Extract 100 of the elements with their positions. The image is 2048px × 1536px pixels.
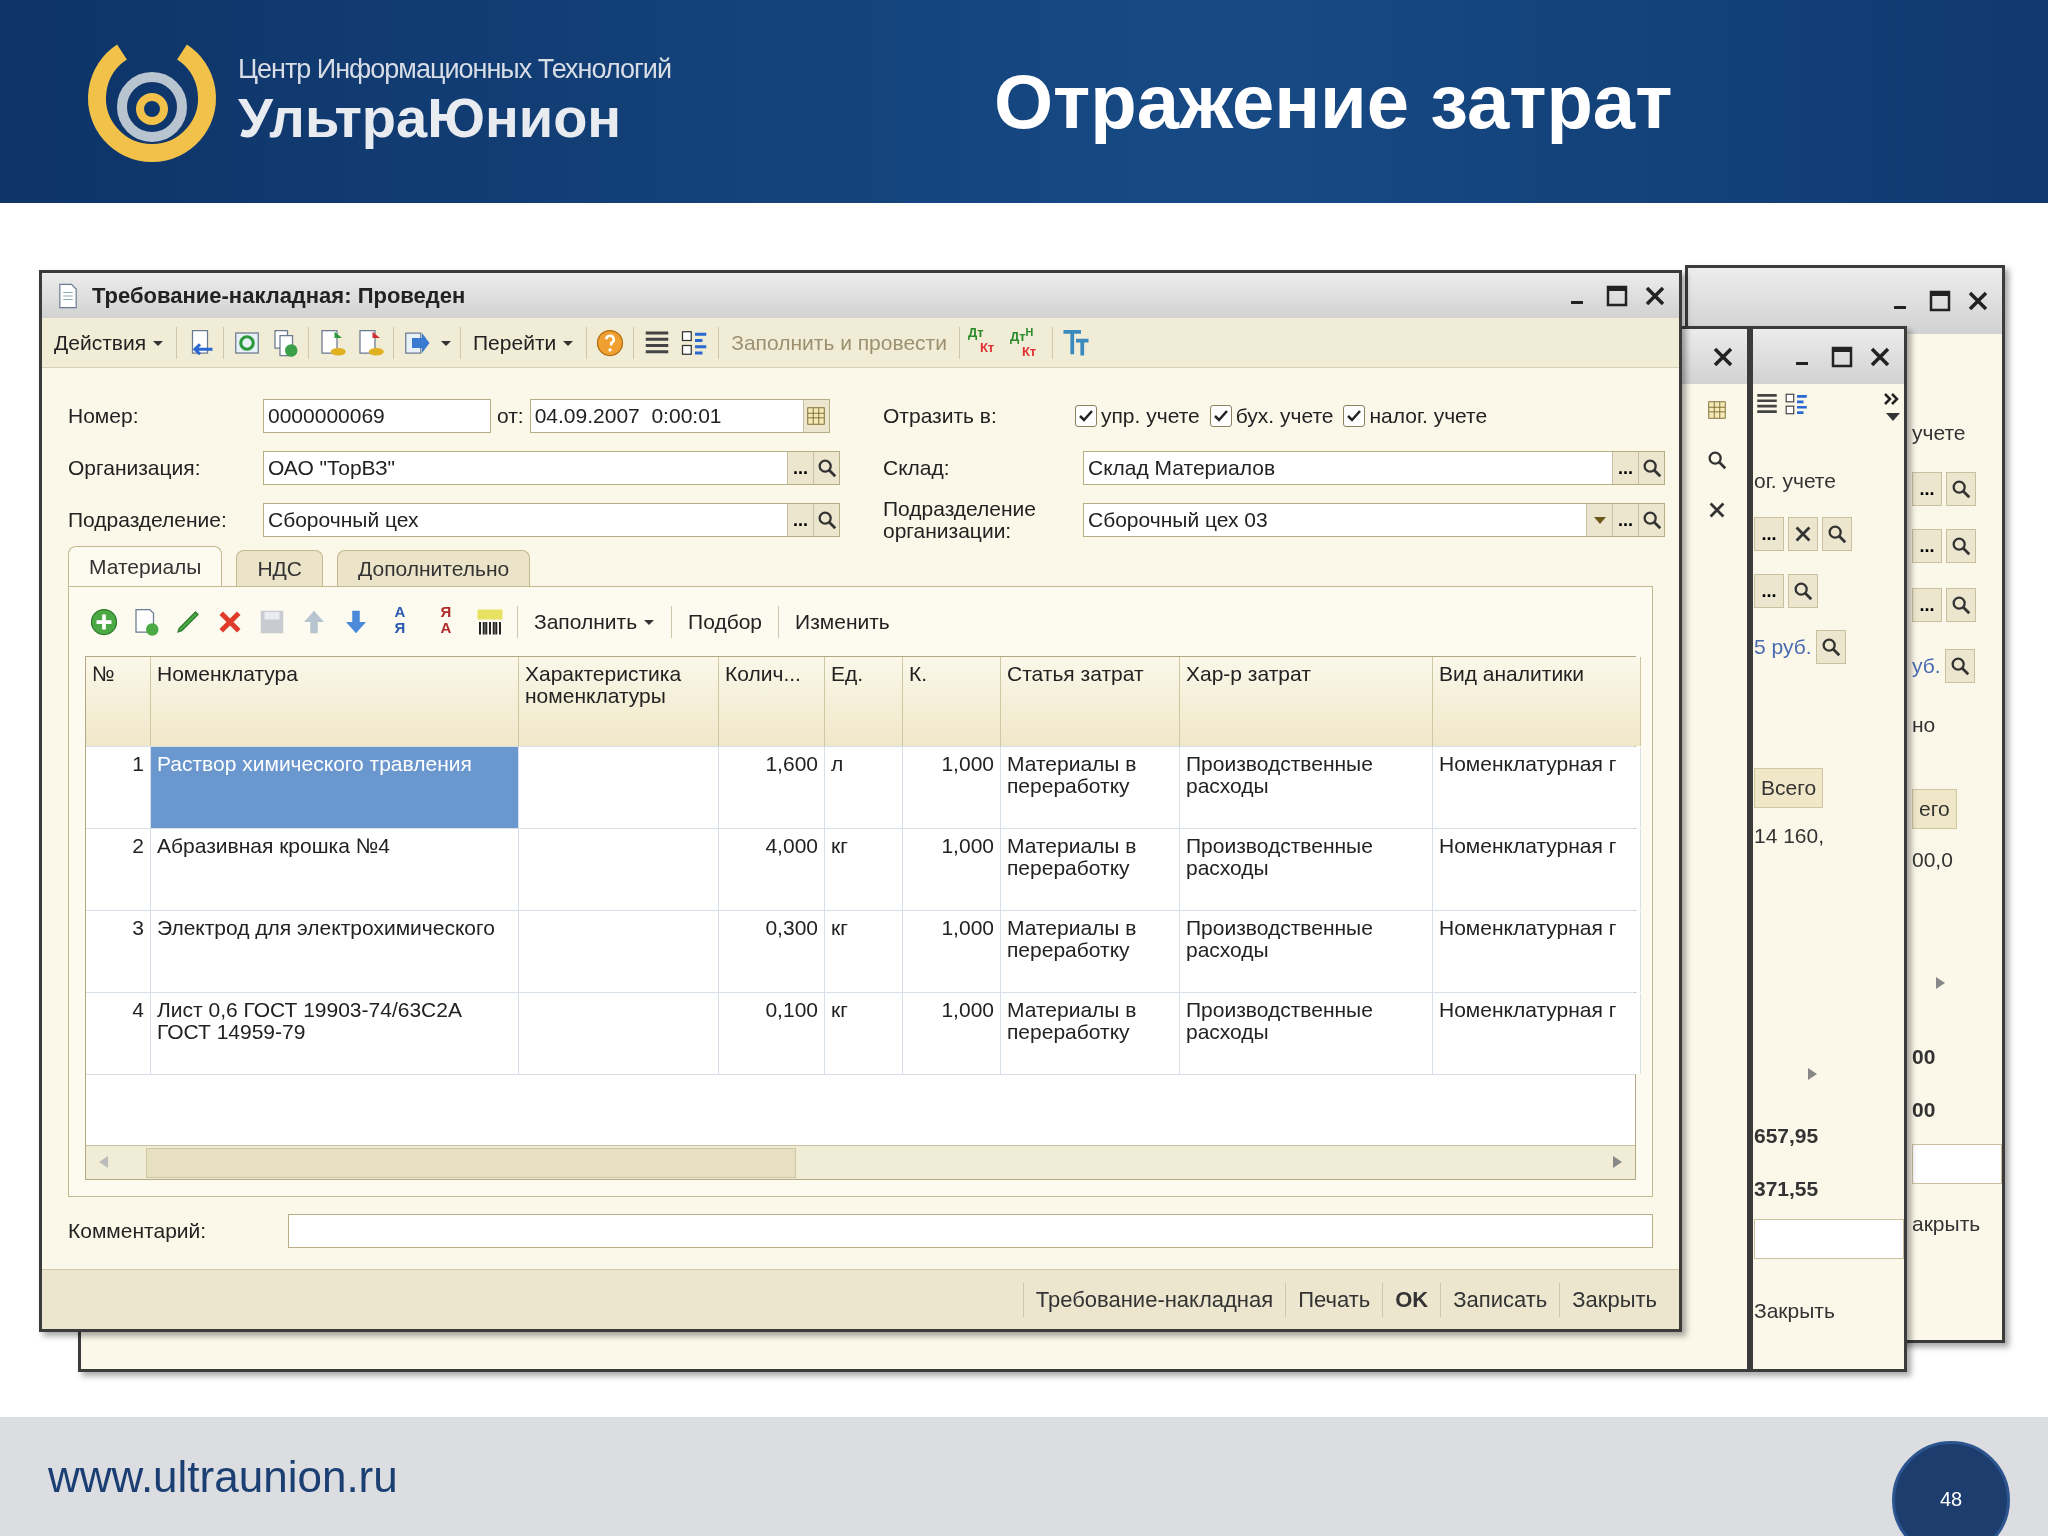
input-field[interactable] [1754,1219,1904,1259]
amount-text: уб. [1912,653,1941,679]
checkbox-label: учете [1912,420,1966,446]
amount-text: 5 руб. [1754,634,1812,660]
maximize-icon[interactable] [1830,344,1854,369]
select-button[interactable]: ... [1912,588,1942,622]
checkbox[interactable] [1075,405,1097,427]
website-link[interactable]: www.ultraunion.ru [48,1451,398,1502]
search-button[interactable] [1638,504,1664,536]
input-field[interactable]: ОАО "ТорВЗ" ... [263,451,840,485]
tax-postings-button[interactable]: Дт$^{Н}$ Кт [1009,324,1044,361]
select-button[interactable]: ... [1912,529,1942,563]
footer-button[interactable]: Закрыть [1559,1282,1669,1317]
search-icon [1950,535,1972,557]
calendar-icon [805,405,828,427]
change-button[interactable]: Изменить [791,607,894,636]
close-button[interactable]: Закрыть [1754,1286,1835,1336]
help-icon[interactable] [595,327,626,358]
search-button[interactable] [813,504,839,536]
column-header[interactable]: Вид аналитики [1433,657,1641,746]
checkbox[interactable] [1343,405,1366,427]
select-button[interactable]: ... [1754,517,1784,551]
comment-field[interactable] [288,1214,1653,1248]
select-button[interactable]: ... [1754,574,1784,608]
calendar-button[interactable] [802,400,829,432]
search-button[interactable] [1638,452,1664,484]
tab[interactable]: Дополнительно [337,550,531,586]
field-label: Склад: [883,457,951,479]
search-button[interactable] [1946,472,1976,506]
search-button[interactable] [1946,588,1976,622]
field-label: Подразделение: [68,509,228,531]
search-button[interactable] [1815,630,1846,664]
clear-button[interactable] [1788,517,1818,551]
total-value: 00 [1912,1044,1936,1070]
search-button[interactable] [813,452,839,484]
column-header[interactable]: Колич... [719,657,825,746]
table-cell-text: 14 160, [1754,823,1825,849]
column-header[interactable]: Статья затрат [1001,657,1180,746]
select-button[interactable]: ... [1612,504,1638,536]
checkbox[interactable] [1209,405,1232,427]
column-header[interactable]: Ед. [825,657,903,746]
tab-label[interactable]: но [1912,700,1936,750]
field-label: от: [497,404,524,428]
field-label: Комментарий: [68,1220,208,1242]
select-button[interactable]: ... [787,452,813,484]
close-button[interactable]: акрыть [1912,1199,1981,1249]
input-field[interactable]: Сборочный цех ... [263,503,840,537]
column-header[interactable]: Номенклатура [151,657,519,746]
close-icon[interactable] [1966,289,1990,313]
horizontal-scrollbar[interactable] [86,1145,1635,1179]
maximize-icon[interactable] [1928,289,1952,313]
table-cell: Раствор химического травления [151,747,519,828]
footer-button[interactable]: Записать [1440,1282,1560,1317]
dropdown-button[interactable] [1586,504,1612,536]
search-icon [1950,594,1972,616]
postings-button[interactable]: Дт Кт [967,324,1002,361]
column-header[interactable]: Хар-р затрат [1180,657,1433,746]
number-field[interactable]: 0000000069 [263,399,491,433]
goto-menu[interactable]: Перейти [469,328,579,357]
fill-menu[interactable]: Заполнить [530,607,660,636]
search-button[interactable] [1944,649,1975,683]
add-icon[interactable] [89,606,119,637]
window-title: Требование-накладная: Проведен [92,282,467,309]
column-header: его [1912,789,1957,829]
footer-button[interactable]: OK [1382,1282,1441,1317]
maximize-icon[interactable] [1605,283,1629,308]
search-button[interactable] [1788,574,1818,608]
field-label: Организация: [68,457,202,479]
select-button[interactable]: ... [787,504,813,536]
sort-descending-button[interactable]: Я А [429,603,463,640]
field-label: Номер: [68,405,140,427]
date-field[interactable]: 04.09.2007 0:00:01 [529,399,830,433]
search-icon [1950,478,1972,500]
total-value: 657,95 [1754,1123,1819,1149]
checkbox-label: бух. учете [1235,404,1334,428]
select-button[interactable]: ... [1612,452,1638,484]
input-field[interactable]: Сборочный цех 03 ... [1083,503,1665,537]
search-icon [1706,449,1728,471]
search-button[interactable] [1822,517,1852,551]
checklist-icon[interactable] [1784,391,1810,417]
tab[interactable]: Материалы [68,546,223,586]
pick-button[interactable]: Подбор [684,607,767,636]
calendar-icon [1706,399,1728,421]
select-button[interactable]: ... [1912,472,1942,506]
total-value: 00 [1912,1097,1936,1123]
organization-caption: Центр Информационных Технологий [238,53,673,85]
footer-button[interactable]: Печать [1285,1282,1383,1317]
page-number: 48 [1892,1440,2010,1536]
footer-button[interactable]: Требование-накладная [1022,1282,1286,1317]
column-header[interactable]: К. [903,657,1001,746]
column-header[interactable]: Характеристика номенклатуры [519,657,719,746]
actions-menu[interactable]: Действия [50,328,168,357]
column-header: Всего [1754,768,1824,808]
tab[interactable]: НДС [236,550,323,586]
column-header[interactable]: № [86,657,151,746]
input-field[interactable]: Склад Материалов ... [1083,451,1665,485]
sort-ascending-button[interactable]: А Я [383,603,417,640]
search-icon [1826,523,1848,545]
input-field[interactable] [1912,1144,2002,1184]
search-button[interactable] [1946,529,1976,563]
